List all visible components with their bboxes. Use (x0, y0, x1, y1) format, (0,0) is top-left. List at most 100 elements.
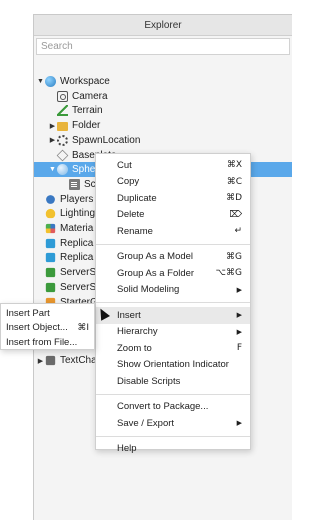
menu-item-label: Copy (117, 176, 140, 188)
sphere-icon (57, 164, 68, 176)
menu-item-delete[interactable]: Delete ⌦ (96, 207, 250, 224)
replicated-icon (45, 253, 56, 263)
menu-item-label: Save / Export (117, 417, 175, 429)
tree-item-label: Workspace (60, 76, 110, 87)
submenu-item-label: Insert Object... (6, 322, 68, 334)
submenu-arrow-icon: ▶ (236, 286, 242, 294)
insert-submenu: Insert Part Insert Object... ⌘I Insert from… (0, 303, 95, 350)
menu-item-copy[interactable]: Copy ⌘C (96, 174, 250, 191)
menu-item-label: Delete (117, 209, 145, 221)
menu-shortcut: ⌘G (226, 251, 242, 262)
menu-item-hierarchy[interactable]: Hierarchy ▶ (96, 324, 250, 341)
menu-item-label: Insert (117, 309, 141, 321)
menu-item-zoom-to[interactable]: Zoom to F (96, 340, 250, 357)
menu-item-label: Solid Modeling (117, 284, 180, 296)
tree-item-label: Players (60, 193, 94, 205)
menu-shortcut: ⌥⌘G (215, 268, 242, 279)
globe-icon (45, 76, 56, 87)
submenu-arrow-icon: ▶ (236, 328, 242, 336)
submenu-item-label: Insert Part (6, 307, 50, 319)
submenu-item-insert-part[interactable]: Insert Part (1, 306, 94, 321)
menu-shortcut: ⌦ (229, 209, 242, 220)
submenu-item-label: Insert from File... (6, 336, 78, 348)
menu-item-convert-to-package[interactable]: Convert to Package... (96, 399, 250, 416)
menu-shortcut: ⌘I (77, 322, 89, 333)
tree-item[interactable]: Camera (34, 89, 292, 104)
tree-item-label: ServerS (60, 267, 97, 279)
tree-item[interactable]: Terrain (34, 103, 292, 118)
menu-item-group-as-a-model[interactable]: Group As a Model ⌘G (96, 249, 250, 266)
search-bar[interactable] (36, 38, 290, 55)
terrain-icon (57, 105, 68, 117)
menu-separator (96, 243, 250, 245)
menu-item-label: Rename (117, 225, 153, 237)
menu-shortcut: ⌘X (226, 160, 242, 171)
expand-arrow-right-icon[interactable]: ▶ (36, 357, 45, 365)
tree-item[interactable]: ▶ Folder (34, 118, 292, 133)
search-input[interactable] (41, 41, 289, 52)
tree-item-label: TextCha (60, 355, 97, 367)
submenu-arrow-icon: ▶ (236, 312, 242, 320)
menu-item-label: Disable Scripts (117, 375, 181, 387)
menu-item-show-orientation-indicator[interactable]: Show Orientation Indicator (96, 357, 250, 374)
menu-item-cut[interactable]: Cut ⌘X (96, 157, 250, 174)
tree-item-label: ServerS (60, 281, 97, 293)
submenu-arrow-icon: ▶ (236, 420, 242, 428)
tree-item-label: Camera (72, 90, 108, 102)
menu-item-label: Group As a Folder (117, 267, 195, 279)
tree-item-label: Terrain (72, 105, 103, 117)
tree-item-label: Replica (60, 237, 94, 249)
gear-icon (57, 134, 68, 146)
server-icon (45, 282, 56, 292)
tree-item-label: Replica (60, 252, 94, 264)
menu-shortcut: F (236, 343, 242, 354)
menu-separator (96, 435, 250, 437)
menu-item-help[interactable]: Help (96, 441, 250, 458)
expand-arrow-right-icon[interactable]: ▶ (48, 122, 57, 130)
material-icon (45, 223, 56, 234)
players-icon (46, 194, 55, 204)
menu-item-disable-scripts[interactable]: Disable Scripts (96, 373, 250, 390)
tree-item[interactable]: ▼ Workspace (34, 74, 292, 89)
submenu-item-insert-object[interactable]: Insert Object... ⌘I (1, 321, 94, 336)
menu-item-label: Group As a Model (117, 251, 194, 263)
baseplate-icon (56, 149, 69, 161)
textchat-icon (45, 356, 56, 366)
menu-item-solid-modeling[interactable]: Solid Modeling ▶ (96, 282, 250, 299)
menu-item-label: Show Orientation Indicator (117, 359, 229, 371)
expand-arrow-down-icon[interactable]: ▼ (48, 166, 57, 173)
tree-item-label: SpawnLocation (72, 134, 141, 146)
menu-item-label: Help (117, 443, 137, 455)
context-menu: Cut ⌘X Copy ⌘C Duplicate ⌘D Delete ⌦ Rename ↵ Grou… (95, 153, 251, 454)
panel-title: Explorer (34, 15, 292, 36)
camera-icon (57, 90, 68, 102)
lighting-icon (45, 209, 56, 219)
menu-item-label: Convert to Package... (117, 401, 209, 413)
menu-separator (96, 393, 250, 395)
menu-item-rename[interactable]: Rename ↵ (96, 223, 250, 240)
menu-shortcut: ⌘C (226, 176, 242, 187)
tree-item[interactable]: ▶ SpawnLocation (34, 133, 292, 148)
menu-shortcut: ⌘D (226, 193, 242, 204)
menu-item-label: Duplicate (117, 192, 157, 204)
menu-shortcut: ↵ (234, 226, 242, 237)
script-icon (69, 178, 80, 190)
menu-item-label: Zoom to (117, 342, 152, 354)
tree-item-label: Lighting (60, 208, 96, 220)
menu-item-save-export[interactable]: Save / Export ▶ (96, 415, 250, 432)
replicated-icon (45, 238, 56, 248)
menu-separator (96, 302, 250, 303)
menu-item-insert[interactable]: Insert ▶ (96, 307, 250, 324)
menu-item-duplicate[interactable]: Duplicate ⌘D (96, 190, 250, 207)
expand-arrow-down-icon[interactable]: ▼ (36, 78, 45, 85)
folder-icon (57, 121, 68, 131)
expand-arrow-right-icon[interactable]: ▶ (48, 136, 57, 144)
server-icon (45, 267, 56, 278)
menu-item-label: Cut (117, 159, 132, 171)
background-area (0, 0, 33, 520)
menu-item-label: Hierarchy (117, 326, 158, 338)
tree-item-label: Materia (60, 223, 94, 234)
menu-item-group-as-a-folder[interactable]: Group As a Folder ⌥⌘G (96, 265, 250, 282)
submenu-item-insert-from-file[interactable]: Insert from File... (1, 335, 94, 350)
tree-item-label: Folder (72, 120, 101, 132)
